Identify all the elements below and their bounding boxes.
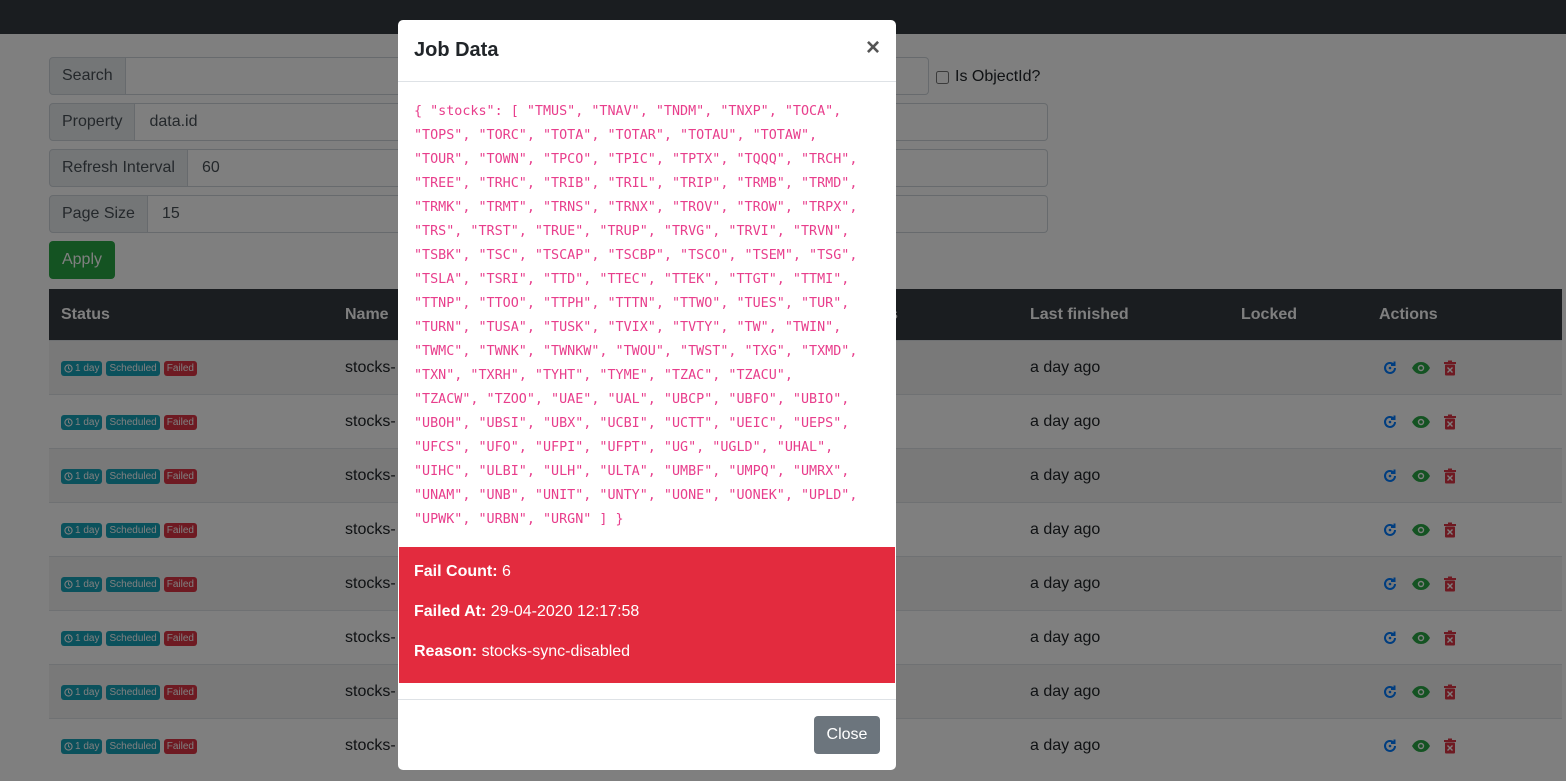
reason-label: Reason: (414, 643, 478, 660)
close-icon[interactable]: × (866, 34, 880, 62)
reason-value: stocks-sync-disabled (477, 643, 631, 660)
fail-reason: Reason: stocks-sync-disabled (414, 643, 880, 661)
modal-title: Job Data (414, 39, 499, 61)
failed-at: Failed At: 29-04-2020 12:17:58 (414, 603, 880, 621)
failure-alert: Fail Count: 6 Failed At: 29-04-2020 12:1… (399, 547, 895, 683)
failed-at-value: 29-04-2020 12:17:58 (486, 603, 640, 620)
fail-count-label: Fail Count: (414, 563, 498, 580)
modal-footer: Close (398, 699, 896, 770)
fail-count: Fail Count: 6 (414, 563, 880, 581)
failed-at-label: Failed At: (414, 603, 487, 620)
fail-count-value: 6 (497, 563, 511, 580)
job-data-modal: Job Data × { "stocks": [ "TMUS", "TNAV",… (398, 20, 896, 770)
close-button[interactable]: Close (814, 716, 880, 754)
modal-header: Job Data × (398, 20, 896, 82)
job-json-data: { "stocks": [ "TMUS", "TNAV", "TNDM", "T… (414, 104, 858, 527)
